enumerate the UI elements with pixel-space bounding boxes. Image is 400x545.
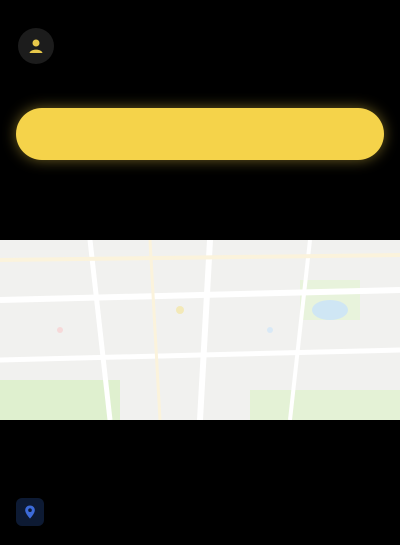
map-tiles (0, 240, 400, 420)
location-pin-icon (25, 505, 35, 519)
person-icon (29, 39, 43, 53)
avatar[interactable] (18, 28, 54, 64)
list-item[interactable] (16, 490, 384, 534)
header (14, 10, 386, 80)
map-section-heading (100, 200, 300, 222)
screen (0, 0, 400, 545)
list-section-label (16, 438, 156, 456)
primary-action-button[interactable] (16, 108, 384, 160)
map-view[interactable] (0, 240, 400, 420)
page-title (78, 18, 318, 44)
page-subtitle (78, 64, 218, 80)
row-icon-container (16, 498, 44, 526)
